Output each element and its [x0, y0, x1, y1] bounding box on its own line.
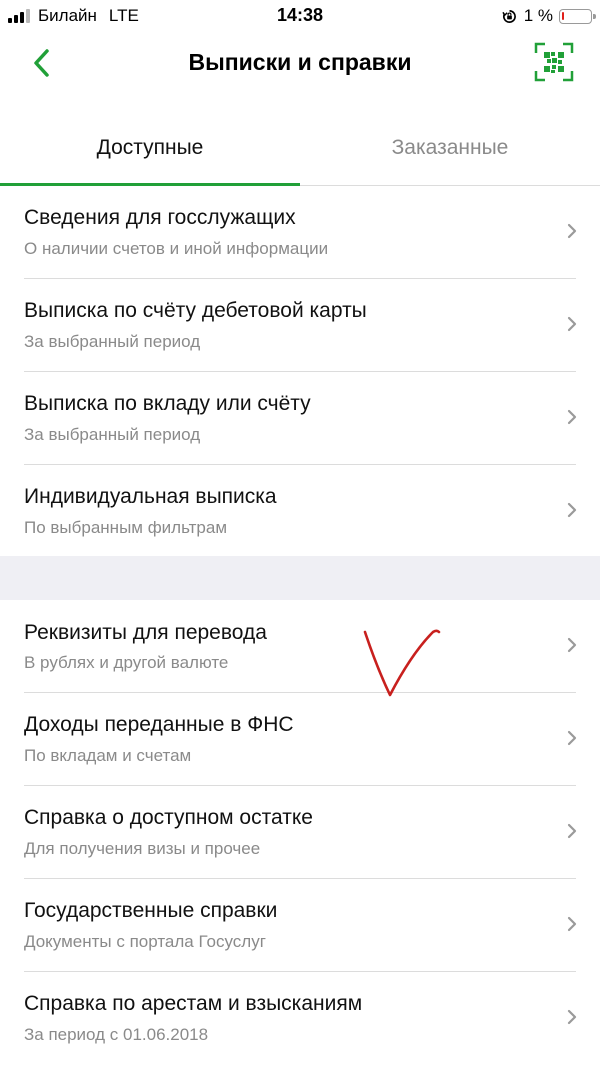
- item-subtitle: Документы с портала Госуслуг: [24, 932, 266, 951]
- statements-group: Сведения для госслужащих О наличии счето…: [0, 186, 600, 558]
- list-item[interactable]: Справка по арестам и взысканиям За перио…: [0, 972, 600, 1065]
- item-subtitle: За период с 01.06.2018: [24, 1025, 209, 1044]
- list-item[interactable]: Индивидуальная выписка По выбранным филь…: [0, 465, 600, 558]
- battery-percent: 1 %: [523, 6, 553, 25]
- list-item[interactable]: Сведения для госслужащих О наличии счето…: [0, 186, 600, 279]
- status-bar: Билайн LTE 14:38 1 %: [0, 0, 600, 32]
- nav-header: Выписки и справки: [0, 32, 600, 94]
- item-title: Индивидуальная выписка: [24, 485, 277, 508]
- chevron-right-icon: [567, 316, 577, 332]
- chevron-right-icon: [567, 823, 577, 839]
- battery-icon: [559, 8, 596, 24]
- list-item[interactable]: Выписка по счёту дебетовой карты За выбр…: [0, 279, 600, 372]
- item-title: Доходы переданные в ФНС: [24, 713, 294, 736]
- qr-scan-button[interactable]: [534, 42, 574, 82]
- item-subtitle: В рублях и другой валюте: [24, 653, 229, 672]
- rotation-lock-icon: [502, 9, 516, 23]
- chevron-right-icon: [567, 1009, 577, 1025]
- item-subtitle: По выбранным фильтрам: [24, 518, 228, 537]
- list-item[interactable]: Доходы переданные в ФНС По вкладам и сче…: [0, 693, 600, 786]
- chevron-right-icon: [567, 223, 577, 239]
- page-title: Выписки и справки: [188, 49, 412, 75]
- item-title: Сведения для госслужащих: [24, 206, 296, 229]
- section-separator: [0, 556, 600, 600]
- list-item[interactable]: Реквизиты для перевода В рублях и другой…: [0, 600, 600, 693]
- status-right: 1 %: [502, 6, 596, 26]
- item-subtitle: За выбранный период: [24, 425, 201, 444]
- chevron-right-icon: [567, 409, 577, 425]
- item-title: Справка по арестам и взысканиям: [24, 992, 363, 1015]
- tab-available[interactable]: Доступные: [0, 110, 300, 186]
- list-item[interactable]: Справка о доступном остатке Для получени…: [0, 786, 600, 879]
- item-subtitle: О наличии счетов и иной информации: [24, 239, 329, 258]
- item-title: Справка о доступном остатке: [24, 806, 313, 829]
- segment-tabs: Доступные Заказанные: [0, 110, 600, 186]
- list-item[interactable]: Государственные справки Документы с порт…: [0, 879, 600, 972]
- battery-level: [562, 11, 564, 20]
- item-subtitle: По вкладам и счетам: [24, 746, 192, 765]
- item-title: Государственные справки: [24, 899, 278, 922]
- certificates-group: Реквизиты для перевода В рублях и другой…: [0, 600, 600, 1065]
- item-title: Выписка по вкладу или счёту: [24, 392, 311, 415]
- chevron-right-icon: [567, 730, 577, 746]
- item-subtitle: Для получения визы и прочее: [24, 839, 261, 858]
- item-title: Выписка по счёту дебетовой карты: [24, 299, 367, 322]
- chevron-right-icon: [567, 637, 577, 653]
- qr-scan-icon: [534, 42, 574, 82]
- item-title: Реквизиты для перевода: [24, 621, 267, 644]
- list-item[interactable]: Выписка по вкладу или счёту За выбранный…: [0, 372, 600, 465]
- item-subtitle: За выбранный период: [24, 332, 201, 351]
- chevron-right-icon: [567, 502, 577, 518]
- chevron-right-icon: [567, 916, 577, 932]
- tab-ordered[interactable]: Заказанные: [300, 110, 600, 185]
